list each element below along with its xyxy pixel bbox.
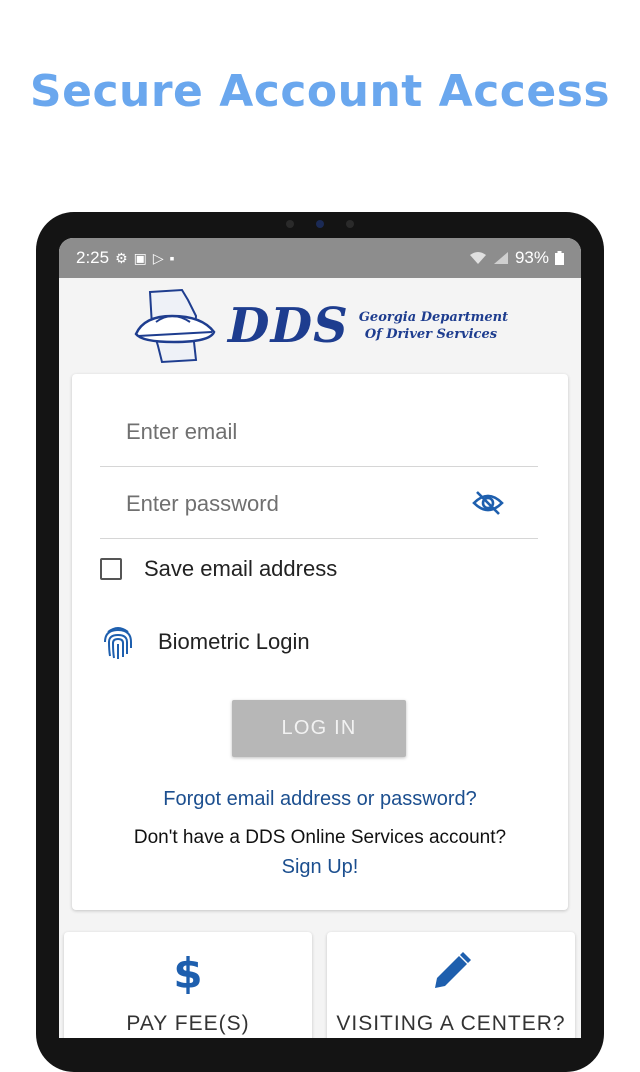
battery-level: 93% xyxy=(514,248,549,267)
save-email-label: Save email address xyxy=(144,556,338,581)
settings-icon: ⚙ xyxy=(115,250,128,266)
camera-dot xyxy=(286,220,294,228)
georgia-car-emblem-icon xyxy=(134,288,216,364)
app-screen: 2:25 ⚙ ▣ ▷ ▪ 93% DDS Georgia Department … xyxy=(59,238,581,1038)
eye-off-icon xyxy=(472,491,504,515)
fingerprint-icon xyxy=(104,627,132,659)
email-input[interactable] xyxy=(124,418,468,446)
pay-fees-label: PAY FEE(S) xyxy=(126,1012,250,1035)
wifi-icon xyxy=(469,252,486,264)
dds-logo: DDS Georgia Department Of Driver Service… xyxy=(59,278,581,374)
play-store-icon: ▷ xyxy=(152,250,164,266)
dept-line-2: Of Driver Services xyxy=(364,327,498,342)
dollar-icon: $ xyxy=(173,949,202,998)
password-input[interactable] xyxy=(124,490,468,518)
dept-name: Georgia Department Of Driver Services xyxy=(359,309,508,343)
no-account-text: Don't have a DDS Online Services account… xyxy=(133,827,507,848)
pencil-icon xyxy=(435,952,471,988)
password-field xyxy=(100,468,538,539)
visiting-center-label: VISITING A CENTER? xyxy=(336,1012,566,1035)
page-headline: Secure Account Access xyxy=(29,66,611,117)
gallery-icon: ▣ xyxy=(133,250,147,266)
sign-up-link[interactable]: Sign Up! xyxy=(72,856,568,879)
dds-wordmark: DDS xyxy=(227,298,349,354)
biometric-login-button[interactable]: Biometric Login xyxy=(102,624,310,660)
dept-line-1: Georgia Department xyxy=(358,310,509,325)
biometric-login-label: Biometric Login xyxy=(158,629,310,654)
camera-lens xyxy=(316,220,324,228)
pay-fees-tile[interactable]: $ PAY FEE(S) xyxy=(64,932,312,1038)
svg-text:$: $ xyxy=(173,950,202,994)
status-bar: 2:25 ⚙ ▣ ▷ ▪ 93% xyxy=(59,238,581,278)
save-email-row[interactable]: Save email address xyxy=(100,556,337,582)
save-email-checkbox[interactable] xyxy=(100,558,122,580)
toggle-password-visibility-button[interactable] xyxy=(472,490,504,521)
login-button[interactable]: LOG IN xyxy=(232,700,406,757)
signal-icon xyxy=(493,252,508,264)
login-card: Save email address Biometric Login LOG I… xyxy=(72,374,568,910)
visiting-center-tile[interactable]: VISITING A CENTER? xyxy=(327,932,575,1038)
battery-icon xyxy=(555,251,564,265)
notification-icon: ▪ xyxy=(169,250,175,266)
sensor-dot xyxy=(346,220,354,228)
email-field xyxy=(100,396,538,467)
forgot-credentials-link[interactable]: Forgot email address or password? xyxy=(72,788,568,811)
status-time: 2:25 xyxy=(76,248,110,267)
